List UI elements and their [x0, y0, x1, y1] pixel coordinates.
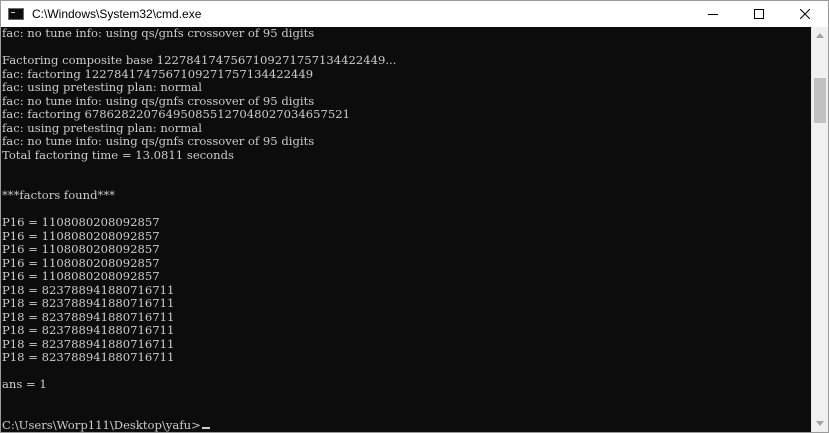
console-line: P16 = 1108080208092857: [2, 255, 160, 270]
console-line: P18 = 823788941880716711: [2, 282, 175, 297]
console-line: P18 = 823788941880716711: [2, 350, 175, 364]
console-line: P18 = 823788941880716711: [2, 336, 175, 351]
maximize-icon: [754, 9, 764, 19]
console-line: P16 = 1108080208092857: [2, 215, 160, 229]
console-line: Factoring composite base 122784174756710…: [2, 53, 397, 67]
window-title: C:\Windows\System32\cmd.exe: [32, 7, 202, 21]
console-line: fac: using pretesting plan: normal: [2, 120, 202, 135]
text-cursor: [201, 426, 210, 429]
prompt-line[interactable]: C:\Users\Worp111\Desktop\yafu>: [1, 417, 811, 433]
console-line: fac: no tune info: using qs/gnfs crossov…: [2, 27, 315, 40]
close-icon: [800, 9, 810, 19]
console-line: fac: no tune info: using qs/gnfs crossov…: [2, 93, 315, 108]
console-line: P16 = 1108080208092857: [2, 269, 160, 283]
minimize-icon: [708, 14, 718, 15]
console-line: ans = 1: [2, 377, 47, 391]
title-bar[interactable]: C:\Windows\System32\cmd.exe: [1, 1, 828, 27]
console-line: fac: using pretesting plan: normal: [2, 80, 202, 94]
scroll-down-button[interactable]: [812, 415, 828, 432]
console-line: P18 = 823788941880716711: [2, 323, 175, 337]
chevron-down-icon: [816, 421, 824, 426]
console-line: P16 = 1108080208092857: [2, 242, 160, 256]
cmd-console-icon: [8, 8, 24, 20]
console-line: P18 = 823788941880716711: [2, 296, 175, 310]
console-output[interactable]: fac: no tune info: using qs/gnfs crossov…: [1, 27, 811, 432]
command-prompt: C:\Users\Worp111\Desktop\yafu>: [2, 417, 201, 432]
minimize-button[interactable]: [690, 1, 736, 27]
console-line: ***factors found***: [2, 188, 115, 202]
vertical-scrollbar[interactable]: [811, 27, 828, 432]
console-line: P18 = 823788941880716711: [2, 309, 175, 324]
cmd-window: C:\Windows\System32\cmd.exe fac: no tune…: [0, 0, 829, 433]
console-line: fac: factoring 1227841747567109271757134…: [2, 66, 314, 81]
scroll-up-button[interactable]: [812, 27, 828, 44]
scrollbar-thumb[interactable]: [814, 78, 826, 123]
console-line: Total factoring time = 13.0811 seconds: [2, 147, 234, 162]
console-line: fac: factoring 6786282207649508551270480…: [2, 107, 350, 121]
console-line: P16 = 1108080208092857: [2, 228, 160, 243]
close-button[interactable]: [782, 1, 828, 27]
chevron-up-icon: [816, 33, 824, 38]
maximize-button[interactable]: [736, 1, 782, 27]
console-line: fac: no tune info: using qs/gnfs crossov…: [2, 134, 315, 148]
window-controls: [690, 1, 828, 27]
